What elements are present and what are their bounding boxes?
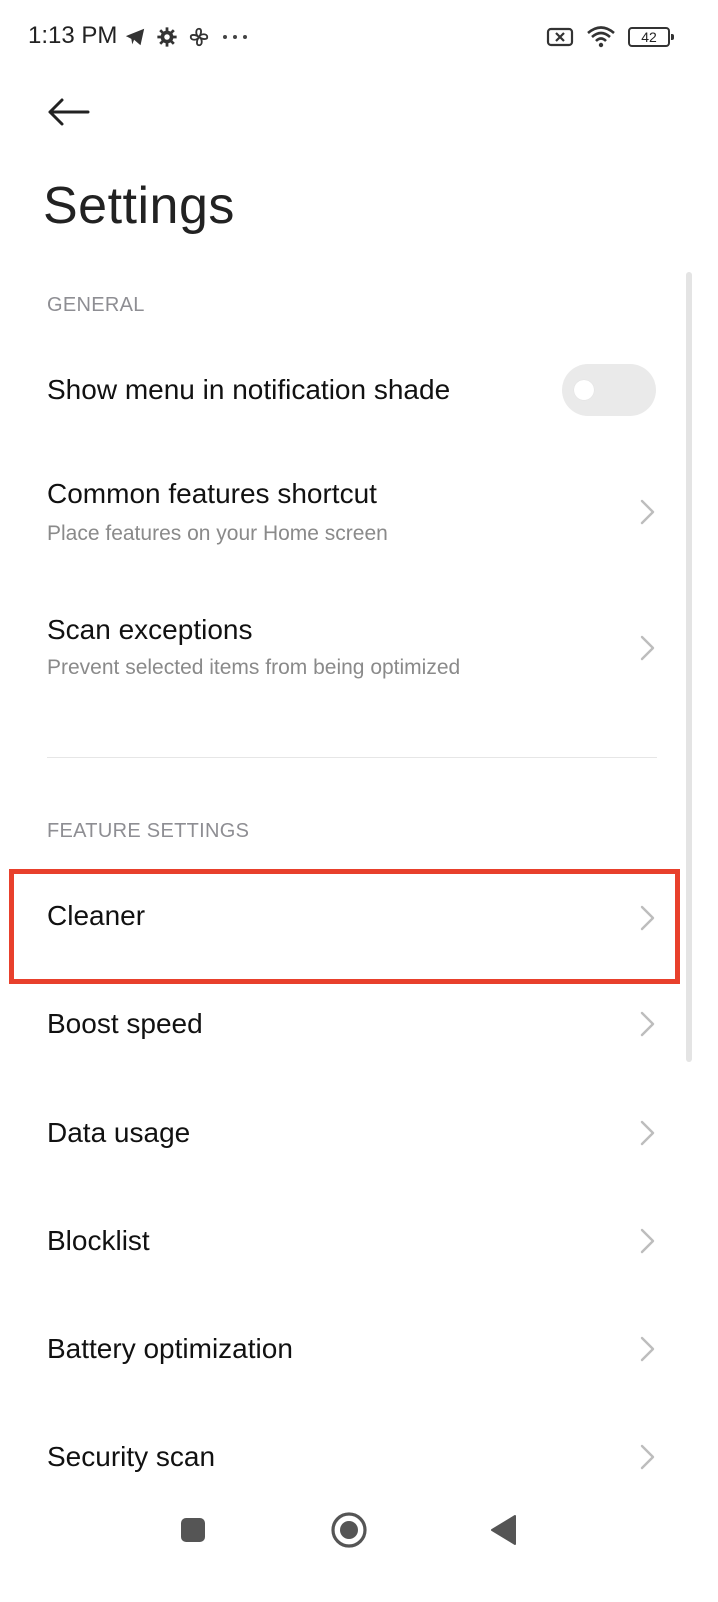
- section-divider: [47, 757, 657, 758]
- row-title: Blocklist: [47, 1225, 150, 1256]
- gear-icon: [157, 27, 177, 47]
- battery-optimization-row[interactable]: Battery optimization: [0, 1305, 718, 1405]
- row-title: Security scan: [47, 1441, 216, 1472]
- data-usage-row[interactable]: Data usage: [0, 1089, 718, 1189]
- row-title: Common features shortcut: [47, 478, 377, 509]
- blocklist-row[interactable]: Blocklist: [0, 1197, 718, 1297]
- no-sim-icon: [546, 27, 574, 47]
- chevron-right-icon: [640, 635, 655, 661]
- scan-exceptions-row[interactable]: Scan exceptions Prevent selected items f…: [0, 598, 718, 698]
- back-triangle-icon: [491, 1515, 516, 1545]
- wifi-icon: [587, 26, 615, 48]
- row-subtitle: Prevent selected items from being optimi…: [47, 656, 461, 679]
- nav-back-button[interactable]: [474, 1500, 534, 1560]
- chevron-right-icon: [640, 1120, 655, 1146]
- chevron-right-icon: [640, 499, 655, 525]
- status-bar: 1:13 PM 42: [0, 0, 718, 72]
- status-right-icons: 42: [546, 22, 674, 52]
- status-left-icons: [124, 22, 250, 52]
- chevron-right-icon: [640, 1336, 655, 1362]
- arrow-left-icon: [48, 98, 90, 126]
- section-header-general: GENERAL: [47, 294, 145, 316]
- status-time: 1:13 PM: [28, 22, 118, 49]
- common-features-shortcut-row[interactable]: Common features shortcut Place features …: [0, 462, 718, 562]
- recents-button[interactable]: [163, 1500, 223, 1560]
- cleaner-row[interactable]: Cleaner: [0, 874, 718, 978]
- row-title: Cleaner: [47, 900, 146, 931]
- section-header-feature-settings: FEATURE SETTINGS: [47, 820, 250, 842]
- fan-icon: [189, 27, 209, 47]
- back-button[interactable]: [38, 84, 98, 140]
- battery-icon: 42: [628, 27, 674, 47]
- row-title: Boost speed: [47, 1008, 203, 1039]
- recents-square-icon: [181, 1518, 205, 1542]
- chevron-right-icon: [640, 1444, 655, 1470]
- chevron-right-icon: [640, 1228, 655, 1254]
- row-title: Data usage: [47, 1117, 191, 1148]
- home-circle-icon: [331, 1512, 367, 1548]
- toggle-knob: [574, 380, 594, 400]
- chevron-right-icon: [640, 1011, 655, 1037]
- navigation-bar: [0, 1490, 718, 1570]
- telegram-icon: [125, 28, 145, 46]
- row-title: Show menu in notification shade: [47, 374, 451, 405]
- row-subtitle: Place features on your Home screen: [47, 522, 388, 545]
- chevron-right-icon: [640, 905, 655, 931]
- boost-speed-row[interactable]: Boost speed: [0, 980, 718, 1080]
- page-title: Settings: [43, 177, 235, 235]
- security-scan-row[interactable]: Security scan: [0, 1413, 718, 1493]
- row-title: Battery optimization: [47, 1333, 293, 1364]
- more-dots-icon: [223, 35, 247, 39]
- row-title: Scan exceptions: [47, 614, 253, 645]
- settings-screen: 1:13 PM 42 Settings GENERAL Show menu in…: [0, 0, 718, 1602]
- home-button[interactable]: [319, 1500, 379, 1560]
- notification-shade-toggle[interactable]: [562, 364, 656, 416]
